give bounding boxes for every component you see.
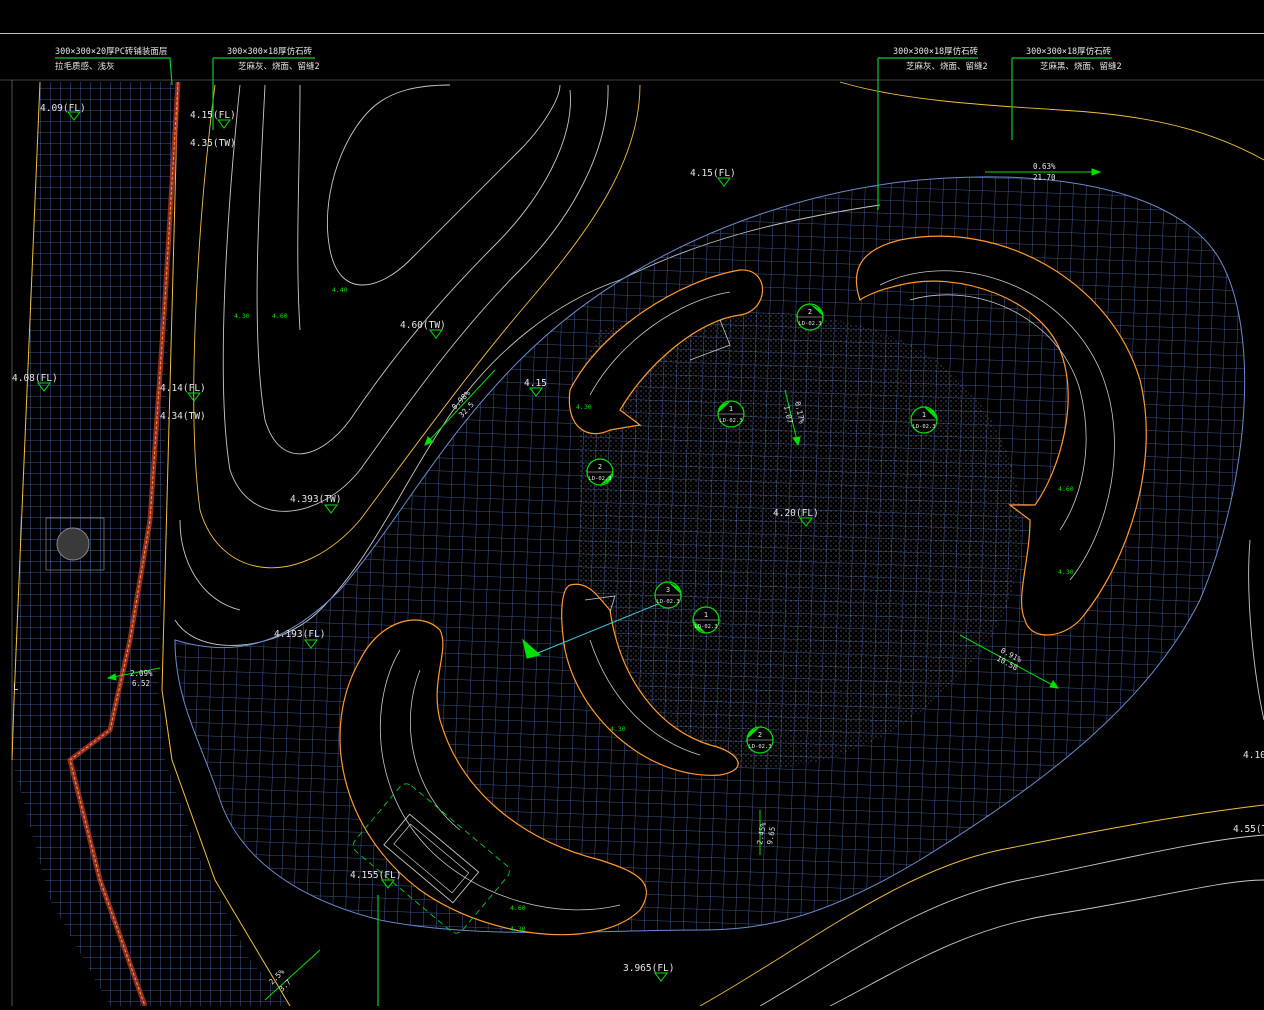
- callout-4-line1: 300×300×18厚仿石砖: [1026, 46, 1112, 57]
- elev-3: 4.35(TW): [190, 138, 236, 149]
- svg-text:4.30: 4.30: [576, 403, 592, 411]
- svg-text:2: 2: [808, 308, 812, 316]
- elev-8: 4.14(FL): [160, 383, 206, 394]
- svg-text:4.30: 4.30: [510, 925, 526, 933]
- elev-2: 4.15(FL): [190, 110, 236, 121]
- svg-text:LD-02.3: LD-02.3: [798, 321, 821, 327]
- elev-7: 4.08(FL): [12, 373, 58, 384]
- svg-text:3: 3: [666, 586, 670, 594]
- elev-16: 4.55(T: [1233, 824, 1264, 835]
- elev-13: 4.155(FL): [350, 870, 401, 881]
- elev-15: 4.10: [1243, 750, 1264, 761]
- svg-text:2: 2: [598, 463, 602, 471]
- elev-5: 4.60(TW): [400, 320, 446, 331]
- detail-marker-4[interactable]: 2 LD-02.3: [586, 458, 614, 486]
- svg-text:4.60: 4.60: [510, 904, 526, 912]
- elev-9: 4.34(TW): [160, 411, 206, 422]
- callout-1-line2: 拉毛质感、浅灰: [55, 61, 115, 72]
- svg-text:4.30: 4.30: [1058, 568, 1074, 576]
- svg-text:1: 1: [922, 411, 926, 419]
- drain-grate: [45, 517, 105, 571]
- elev-14: 3.965(FL): [623, 963, 674, 974]
- top-toolbar: [0, 0, 1264, 34]
- svg-text:21.70: 21.70: [1033, 173, 1056, 182]
- svg-text:1: 1: [704, 611, 708, 619]
- svg-text:0.63%: 0.63%: [1033, 162, 1056, 171]
- elev-11: 4.20(FL): [773, 508, 819, 519]
- callout-4-line2: 芝麻黑、烧面、留缝2: [1040, 61, 1122, 72]
- svg-text:6.52: 6.52: [132, 679, 150, 688]
- svg-text:LD-02.3: LD-02.3: [748, 744, 771, 750]
- svg-text:LD-02.3: LD-02.3: [694, 624, 717, 630]
- detail-marker-2[interactable]: 1 LD-02.3: [717, 400, 745, 428]
- elev-6: 4.15: [524, 378, 547, 389]
- callout-1-line1: 300×300×20厚PC砖铺装面层: [55, 46, 167, 57]
- svg-text:LD-02.3: LD-02.3: [719, 418, 742, 424]
- elev-12: 4.193(FL): [274, 629, 325, 640]
- callout-2-line1: 300×300×18厚仿石砖: [227, 46, 313, 57]
- svg-text:2: 2: [758, 731, 762, 739]
- svg-text:4.60: 4.60: [1058, 485, 1074, 493]
- svg-text:4.30: 4.30: [234, 312, 250, 320]
- svg-text:4.60: 4.60: [272, 312, 288, 320]
- detail-marker-7[interactable]: 2 LD-02.3: [746, 726, 774, 754]
- cad-drawing-canvas[interactable]: 300×300×20厚PC砖铺装面层 拉毛质感、浅灰 300×300×18厚仿石…: [0, 34, 1264, 1007]
- elev-4: 4.15(FL): [690, 168, 736, 179]
- svg-text:LD-02.3: LD-02.3: [588, 476, 611, 482]
- callout-2-line2: 芝麻灰、烧面、留缝2: [238, 61, 320, 72]
- svg-text:4.40: 4.40: [332, 286, 348, 294]
- svg-text:LD-02.3: LD-02.3: [912, 424, 935, 430]
- detail-marker-1[interactable]: 2 LD-02.3: [796, 303, 824, 331]
- svg-text:4.30: 4.30: [610, 725, 626, 733]
- svg-text:LD-02.3: LD-02.3: [656, 599, 679, 605]
- callout-texts: 300×300×20厚PC砖铺装面层 拉毛质感、浅灰 300×300×18厚仿石…: [55, 46, 1122, 72]
- detail-marker-6[interactable]: 1 LD-02.3: [692, 606, 720, 634]
- callout-3-line1: 300×300×18厚仿石砖: [893, 46, 979, 57]
- svg-text:1: 1: [729, 405, 733, 413]
- callout-3-line2: 芝麻灰、烧面、留缝2: [906, 61, 988, 72]
- edge-mark: L: [13, 683, 18, 693]
- svg-text:2.09%: 2.09%: [130, 669, 153, 678]
- elev-10: 4.393(TW): [290, 494, 341, 505]
- detail-marker-3[interactable]: 1 LD-02.3: [910, 406, 938, 434]
- detail-marker-5[interactable]: 3 LD-02.3: [654, 581, 682, 609]
